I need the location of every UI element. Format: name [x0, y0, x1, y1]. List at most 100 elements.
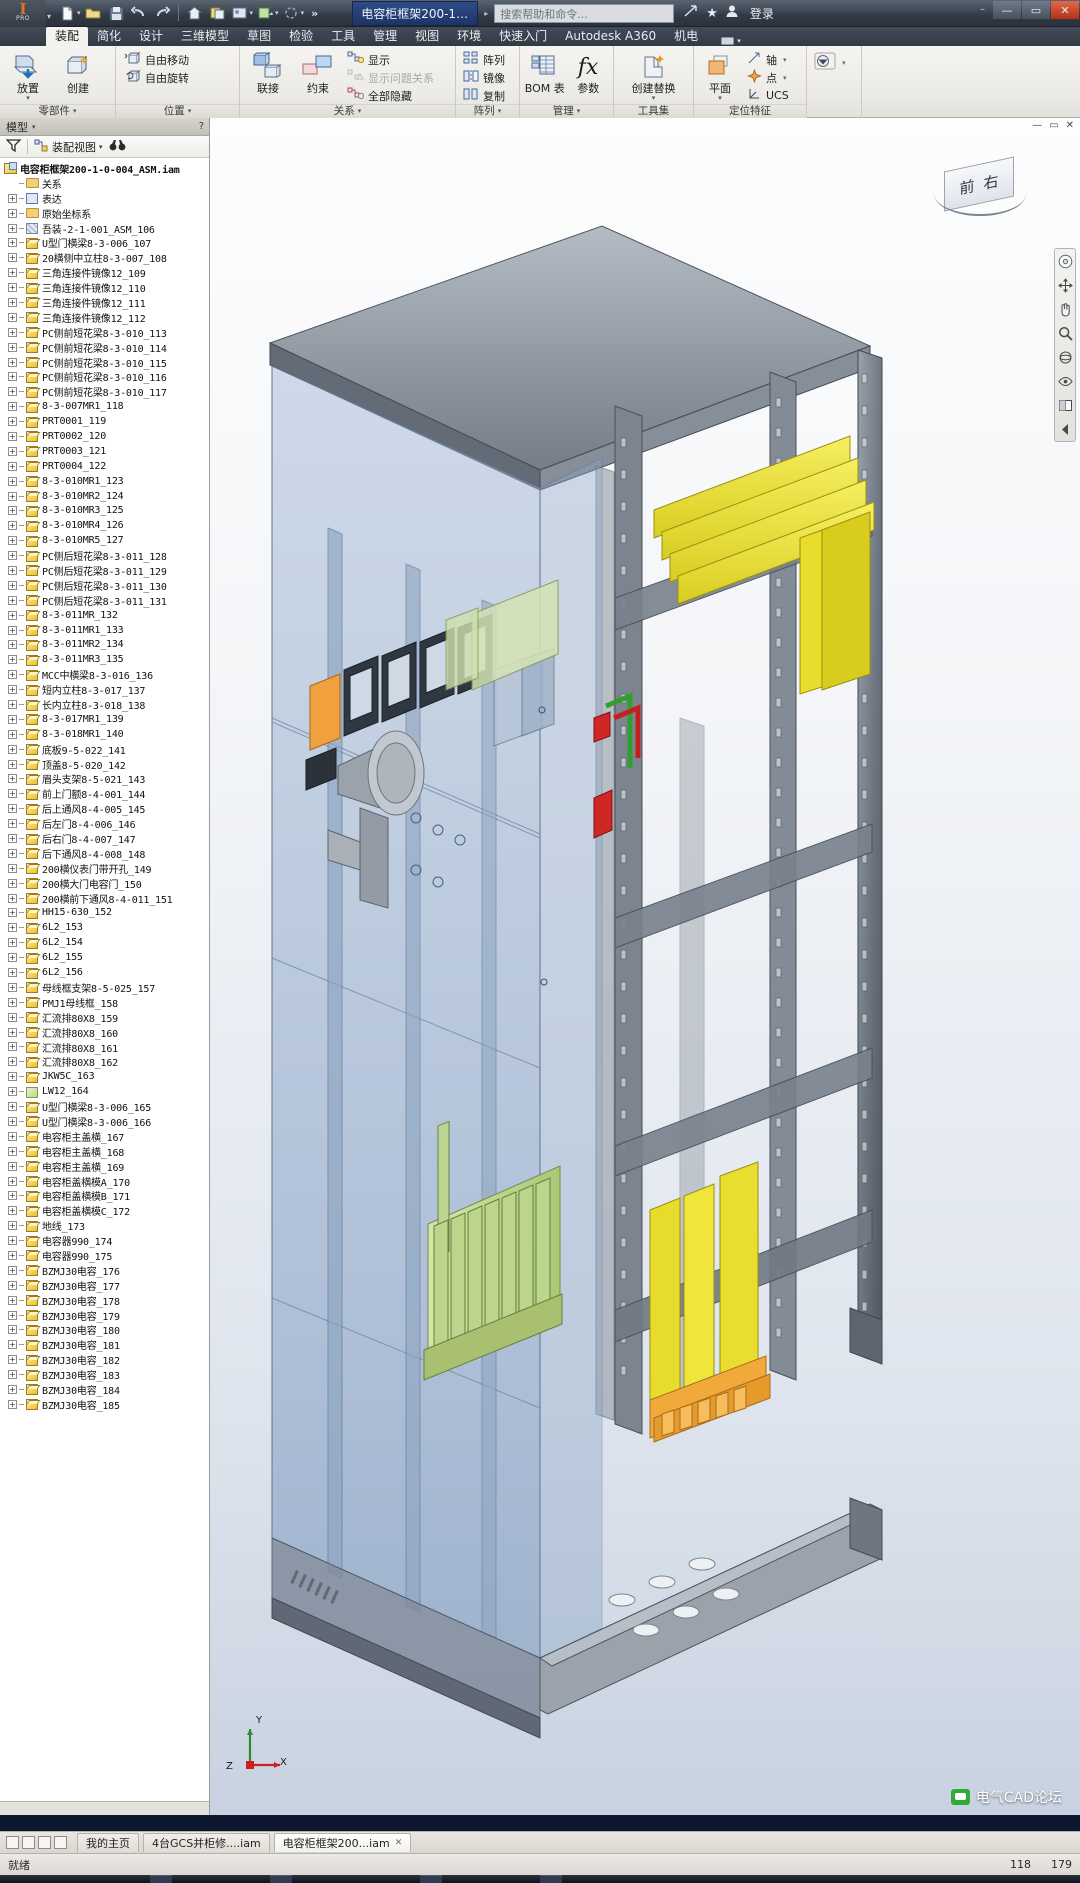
tree-node-expand-toggle[interactable]: +	[8, 580, 17, 590]
dock-split-icon[interactable]	[38, 1836, 51, 1849]
free-rotate-button[interactable]: 自由旋转	[120, 69, 192, 86]
redo-icon[interactable]	[152, 3, 173, 23]
tree-node-expand-toggle[interactable]: +	[8, 1325, 17, 1335]
tree-node[interactable]: + 后右门8-4-007_147	[2, 831, 209, 846]
appearance-icon[interactable]	[230, 3, 251, 23]
tree-node[interactable]: +200横仪表门带开孔_149	[2, 861, 209, 876]
tree-node-expand-toggle[interactable]: +	[8, 878, 17, 888]
tree-node-expand-toggle[interactable]: +	[8, 208, 17, 218]
tree-node[interactable]: + BZMJ30电容_184	[2, 1382, 209, 1397]
filter-icon[interactable]	[5, 138, 22, 155]
tree-node-expand-toggle[interactable]: +	[8, 908, 17, 918]
hide-all-relations-button[interactable]: 全部隐藏	[344, 87, 437, 104]
tree-node-expand-toggle[interactable]: +	[8, 253, 17, 263]
tree-node[interactable]: + PC侧后短花梁8-3-011_131	[2, 593, 209, 608]
cabinet-assembly-model[interactable]	[210, 118, 1080, 1815]
tree-node[interactable]: + PC侧前短花梁8-3-010_116	[2, 369, 209, 384]
tree-node[interactable]: +6L2_155	[2, 950, 209, 965]
tab-autodesk-a360[interactable]: Autodesk A360	[556, 27, 665, 46]
tree-node-expand-toggle[interactable]: +	[8, 804, 17, 814]
tree-node[interactable]: + 三角连接件镜像12_110	[2, 280, 209, 295]
dock-grid-icon[interactable]	[22, 1836, 35, 1849]
tab-design[interactable]: 设计	[130, 27, 172, 46]
tree-node[interactable]: +8-3-010MR2_124	[2, 489, 209, 504]
tab-assembly[interactable]: 装配	[46, 27, 89, 46]
doc-tab-gcs-assembly[interactable]: 4台GCS并柜修....iam	[143, 1833, 270, 1852]
tab-manage[interactable]: 管理	[364, 27, 406, 46]
doc-tab-home[interactable]: 我的主页	[77, 1833, 139, 1852]
tree-node[interactable]: + HH15-630_152	[2, 906, 209, 921]
browser-panel-caret-icon[interactable]: ▾	[32, 123, 36, 131]
bom-table-button[interactable]: BOM 表	[524, 49, 566, 95]
tree-node[interactable]: +8-3-010MR5_127	[2, 533, 209, 548]
tree-node[interactable]: + BZMJ30电容_178	[2, 1293, 209, 1308]
copy-button[interactable]: 复制	[460, 87, 508, 104]
tree-node-expand-toggle[interactable]: +	[8, 744, 17, 754]
tree-node[interactable]: + PC侧后短花梁8-3-011_129	[2, 563, 209, 578]
ribbon-panel-manage-label[interactable]: 管理 ▾	[520, 104, 613, 118]
tree-node[interactable]: +8-3-010MR4_126	[2, 518, 209, 533]
application-menu-caret-icon[interactable]: ▾	[47, 12, 51, 21]
tree-node[interactable]: + PMJ1母线框_158	[2, 995, 209, 1010]
tree-node[interactable]: +8-3-011MR1_133	[2, 623, 209, 638]
tree-node[interactable]: +8-3-011MR2_134	[2, 638, 209, 653]
tree-node-expand-toggle[interactable]: +	[8, 848, 17, 858]
tree-node-expand-toggle[interactable]: +	[8, 685, 17, 695]
tree-node-expand-toggle[interactable]: +	[8, 640, 17, 650]
work-plane-button[interactable]: 平面 ▾	[698, 49, 742, 102]
favorites-icon[interactable]: ★	[706, 6, 718, 21]
tree-node-expand-toggle[interactable]: +	[8, 506, 17, 516]
ribbon-panel-toolset-label[interactable]: 工具集	[614, 104, 693, 118]
tree-node-expand-toggle[interactable]: +	[8, 283, 17, 293]
tree-node[interactable]: + PRT0002_120	[2, 429, 209, 444]
tree-node-expand-toggle[interactable]: +	[8, 863, 17, 873]
tree-node-expand-toggle[interactable]: +	[8, 565, 17, 575]
search-input[interactable]: 搜索帮助和命令...	[494, 3, 675, 23]
tree-node[interactable]: + BZMJ30电容_176	[2, 1263, 209, 1278]
tree-node-expand-toggle[interactable]: +	[8, 1355, 17, 1365]
graphics-viewport[interactable]: — ▭ ✕ 前 右 Y X Z 电气CAD论坛	[210, 118, 1080, 1815]
browser-help-icon[interactable]: ?	[199, 121, 204, 132]
panel-expand-caret-icon[interactable]: ▾	[188, 105, 192, 118]
tree-node-expand-toggle[interactable]: +	[8, 1072, 17, 1082]
create-substitute-button[interactable]: 创建替换 ▾	[619, 49, 689, 102]
tree-node[interactable]: + BZMJ30电容_179	[2, 1308, 209, 1323]
work-point-button[interactable]: 点 ▾	[744, 68, 792, 86]
ribbon-panel-relations-label[interactable]: 关系 ▾	[240, 104, 455, 118]
tree-node-expand-toggle[interactable]: +	[8, 1012, 17, 1022]
work-axis-button[interactable]: 轴 ▾	[744, 51, 792, 68]
tree-node[interactable]: +20横侧中立柱8-3-007_108	[2, 250, 209, 265]
tree-node-expand-toggle[interactable]: +	[8, 446, 17, 456]
application-menu-button[interactable]: I PRO	[0, 0, 46, 27]
place-component-dropdown-icon[interactable]: ▾	[26, 95, 30, 102]
tree-node[interactable]: + 顶盖8-5-020_142	[2, 757, 209, 772]
tree-node[interactable]: + 眉头支架8-5-021_143	[2, 772, 209, 786]
appearance-override-dropdown-icon[interactable]: ▾	[842, 59, 846, 67]
tree-node[interactable]: +6L2_156	[2, 965, 209, 980]
tree-node[interactable]: + 短内立柱8-3-017_137	[2, 682, 209, 697]
tree-node-expand-toggle[interactable]: +	[8, 372, 17, 382]
tree-node[interactable]: + 后上通风8-4-005_145	[2, 801, 209, 816]
tree-node[interactable]: + PRT0003_121	[2, 444, 209, 459]
tree-node-expand-toggle[interactable]: +	[8, 595, 17, 605]
tree-node-expand-toggle[interactable]: +	[8, 700, 17, 709]
tree-node[interactable]: +8-3-010MR3_125	[2, 503, 209, 518]
tree-node-expand-toggle[interactable]: +	[8, 402, 17, 412]
tab-inspect[interactable]: 检验	[280, 27, 322, 46]
tree-node-expand-toggle[interactable]: +	[8, 1280, 17, 1290]
work-plane-dropdown-icon[interactable]: ▾	[718, 95, 722, 102]
tree-node-expand-toggle[interactable]: +	[8, 223, 17, 233]
tree-node-expand-toggle[interactable]: +	[8, 982, 17, 992]
tree-node[interactable]: +6L2_154	[2, 935, 209, 950]
tree-node[interactable]: +200横前下通风8-4-011_151	[2, 891, 209, 906]
tree-node[interactable]: + BZMJ30电容_185	[2, 1397, 209, 1412]
tree-node[interactable]: + 汇流排80X8_159	[2, 1010, 209, 1025]
model-tree[interactable]: 电容柜框架200-1-0-004_ASM.iam 关系 + 表达 + 原始坐标系 + 吾装-2…	[0, 158, 209, 1801]
tree-node-expand-toggle[interactable]: +	[8, 670, 17, 680]
tree-root-node[interactable]: 电容柜框架200-1-0-004_ASM.iam	[2, 161, 209, 176]
tree-node-expand-toggle[interactable]: +	[8, 968, 17, 978]
tree-node-expand-toggle[interactable]: +	[8, 1146, 17, 1156]
tree-node[interactable]: +8-3-018MR1_140	[2, 727, 209, 742]
tree-node[interactable]: + PC侧前短花梁8-3-010_115	[2, 355, 209, 370]
taskbar-item-3[interactable]	[420, 1875, 442, 1883]
